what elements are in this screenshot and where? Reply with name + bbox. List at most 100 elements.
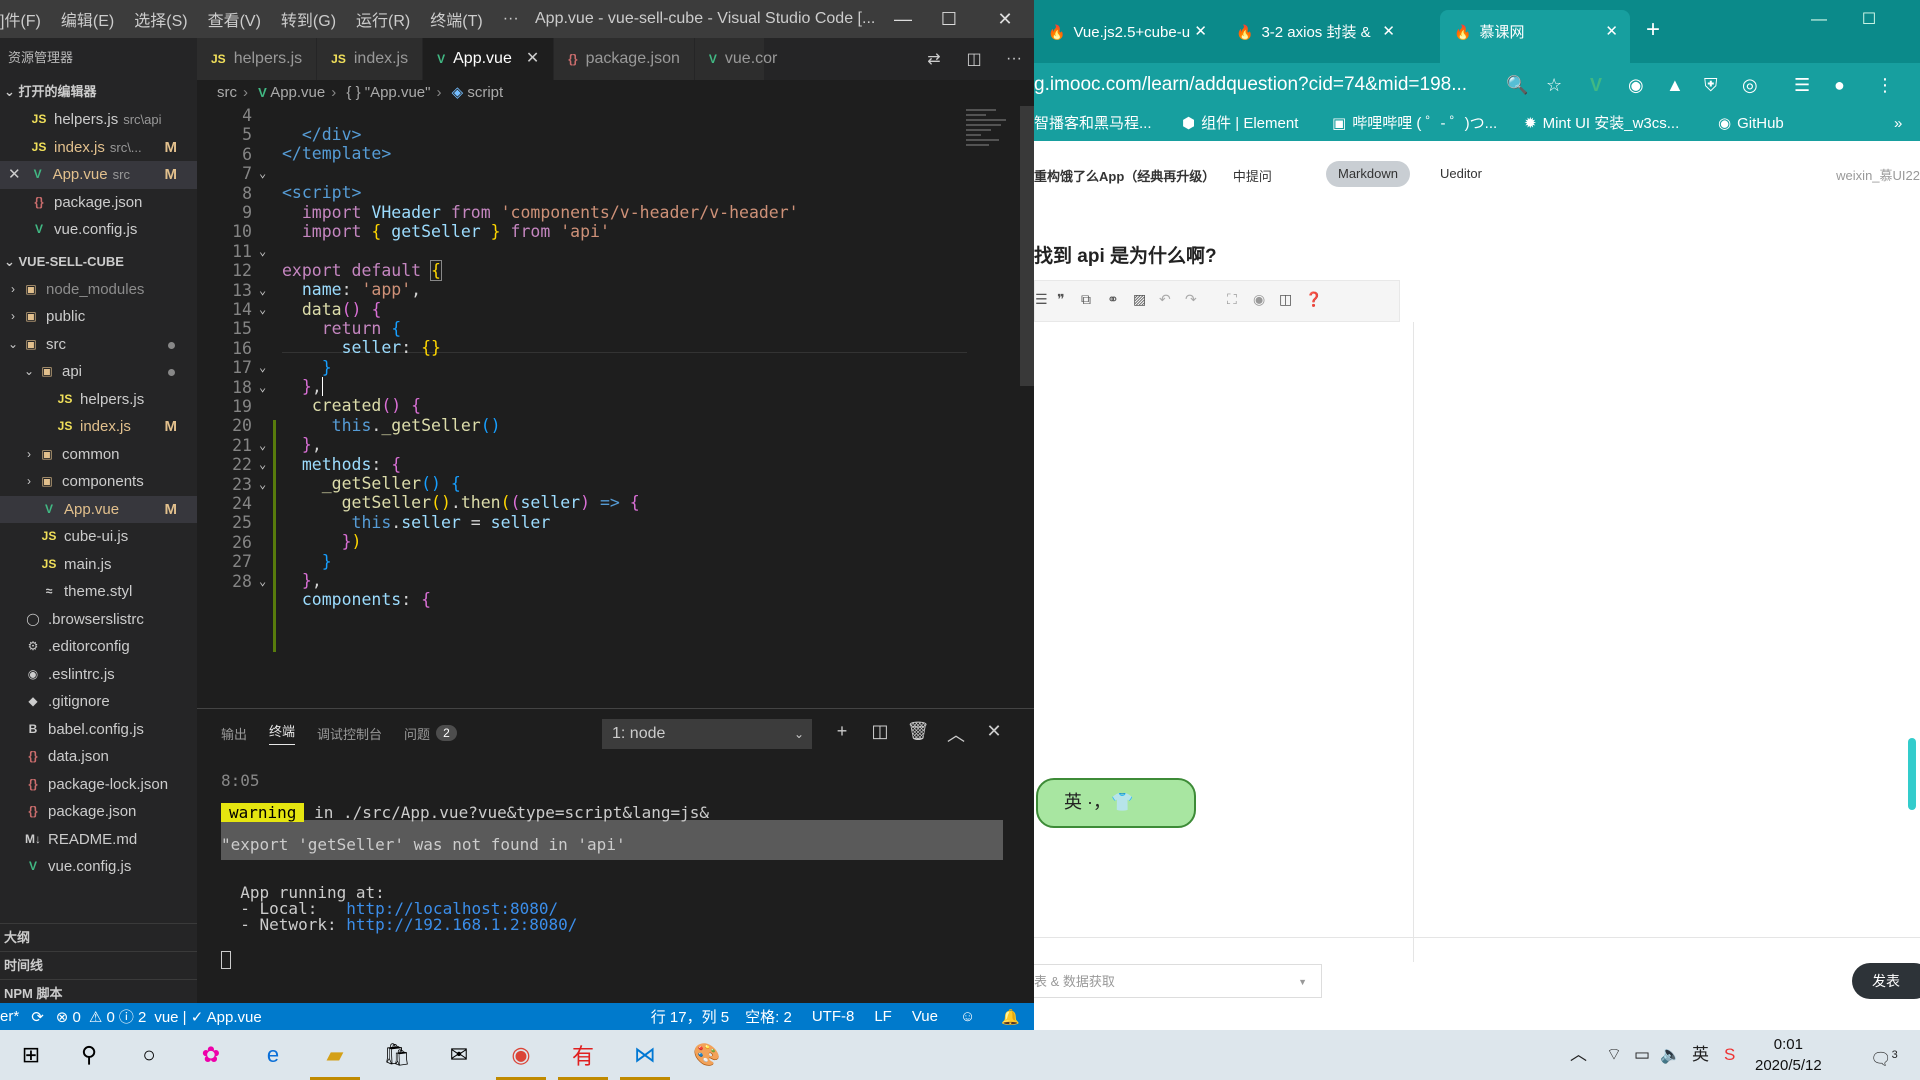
menu-goto[interactable]: 转到(G) <box>271 7 346 31</box>
fold-chevron-icon[interactable]: ⌄ <box>259 283 266 297</box>
bell-icon[interactable]: 🔔 <box>987 1008 1034 1026</box>
windows-start-icon[interactable]: ⊞ <box>0 1030 62 1080</box>
page-scrollbar[interactable] <box>1908 738 1916 810</box>
fullscreen-icon[interactable]: ⛶ <box>1227 291 1237 308</box>
new-tab-icon[interactable]: + <box>1646 16 1660 44</box>
fold-chevron-icon[interactable]: ⌄ <box>259 302 266 316</box>
browser-tab-3[interactable]: 🔥 慕课网 ✕ <box>1440 10 1630 63</box>
ime-floating-toolbar[interactable]: 英 ·，👕 <box>1036 772 1196 832</box>
status-info[interactable]: ⓘ 2 <box>117 1006 149 1027</box>
extension-icon[interactable]: ◎ <box>1742 75 1758 96</box>
code-lines[interactable]: </div> </template> <script> import VHeade… <box>282 106 799 648</box>
feedback-icon[interactable]: ☺ <box>948 1008 987 1025</box>
tree-item[interactable]: ⌄ ▣ src <box>0 331 197 359</box>
tree-item[interactable]: {} package-lock.json <box>0 771 197 799</box>
breadcrumb-script[interactable]: script <box>467 84 503 101</box>
status-errors[interactable]: ⊗ 0 <box>50 1008 87 1026</box>
battery-icon[interactable]: ▭ <box>1634 1030 1650 1080</box>
tree-item[interactable]: Vvue.config.js <box>0 853 197 881</box>
menu-terminal[interactable]: 终端(T) <box>420 7 492 31</box>
tab-problems[interactable]: 问题 2 <box>404 724 457 743</box>
course-name[interactable]: 重构饿了么App（经典再升级） <box>1034 169 1215 184</box>
tree-item[interactable]: ⚙ .editorconfig <box>0 633 197 661</box>
editor-tab[interactable]: Vvue.cor <box>694 38 777 80</box>
bookmark-item[interactable]: 智播客和黑马程... <box>1034 107 1152 141</box>
fold-chevron-icon[interactable]: ⌄ <box>259 380 266 394</box>
tree-item[interactable]: JS index.js M <box>0 413 197 441</box>
markdown-mode-button[interactable]: Markdown <box>1326 161 1410 187</box>
link-icon[interactable]: ⚭ <box>1107 291 1119 308</box>
menu-run[interactable]: 运行(R) <box>346 7 420 31</box>
status-branch[interactable]: er* <box>0 1008 25 1025</box>
search-icon[interactable]: ⚲ <box>58 1030 120 1080</box>
menu-file[interactable]: ]件(F) <box>0 7 51 31</box>
close-icon[interactable]: ✕ <box>8 161 21 189</box>
category-select[interactable]: 表 & 数据获取 ▼ <box>1034 964 1322 998</box>
maximize-button[interactable]: ☐ <box>926 0 972 38</box>
quote-icon[interactable]: ❞ <box>1057 291 1065 308</box>
paint-icon[interactable]: 🎨 <box>676 1030 738 1080</box>
menu-view[interactable]: 查看(V) <box>198 7 271 31</box>
reading-list-icon[interactable]: ☰ <box>1794 75 1810 96</box>
close-tab-icon[interactable]: ✕ <box>526 38 539 80</box>
profile-icon[interactable]: ● <box>1834 75 1845 96</box>
editor-tab[interactable]: V App.vue ✕ <box>423 38 555 80</box>
browser-maximize-icon[interactable]: ☐ <box>1844 0 1894 40</box>
outline-header[interactable]: 大纲 <box>0 923 197 951</box>
npm-scripts-header[interactable]: NPM 脚本 <box>0 979 197 1003</box>
close-panel-icon[interactable]: ✕ <box>979 721 1009 742</box>
breadcrumb-module[interactable]: { } "App.vue" <box>346 84 430 101</box>
status-language[interactable]: Vue <box>902 1008 948 1025</box>
editor-scrollbar[interactable] <box>1020 106 1034 386</box>
open-editor-item[interactable]: JS helpers.js src\api <box>0 106 197 134</box>
trash-icon[interactable]: 🗑 <box>903 721 933 742</box>
url-input[interactable]: g.imooc.com/learn/addquestion?cid=74&mid… <box>1034 69 1474 101</box>
bookmark-star-icon[interactable]: ☆ <box>1546 75 1562 96</box>
fold-chevron-icon[interactable]: ⌄ <box>259 457 266 471</box>
chrome-icon[interactable]: ◉ <box>490 1030 552 1080</box>
close-window-button[interactable]: ✕ <box>982 0 1028 38</box>
zoom-icon[interactable]: 🔍 <box>1506 75 1528 96</box>
question-title[interactable]: 找到 api 是为什么啊? <box>1034 241 1217 268</box>
tab-debug-console[interactable]: 调试控制台 <box>317 724 382 743</box>
tree-item[interactable]: {} data.json <box>0 743 197 771</box>
status-position[interactable]: 行 17，列 5 <box>645 1006 735 1027</box>
tree-item[interactable]: Bbabel.config.js <box>0 716 197 744</box>
open-editor-item[interactable]: JS index.js src\... M <box>0 134 197 162</box>
extension-icon[interactable]: ◉ <box>1628 75 1644 96</box>
code-icon[interactable]: ⧉ <box>1081 291 1091 308</box>
tree-item[interactable]: {} package.json <box>0 798 197 826</box>
fold-chevron-icon[interactable]: ⌄ <box>259 360 266 374</box>
close-tab-icon[interactable]: ✕ <box>1605 10 1618 54</box>
notification-icon[interactable]: 🗨3 <box>1870 1030 1898 1080</box>
status-spaces[interactable]: 空格: 2 <box>735 1006 802 1027</box>
open-editor-item[interactable]: Vvue.config.js <box>0 216 197 244</box>
bookmark-item[interactable]: ▣ 哔哩哔哩 ( ゜- ゜)つ... <box>1332 107 1497 141</box>
youdao-icon[interactable]: 有 <box>552 1030 614 1080</box>
network-url-link[interactable]: http://192.168.1.2:8080/ <box>346 915 577 934</box>
code-editor[interactable]: 4 5 6 7 ⌄ 8 9 10 11 ⌄ 12 13 ⌄ 14 ⌄ 15 16 17 ⌄ 18 ⌄ 19 20 21 ⌄ 22 ⌄… <box>197 106 1034 708</box>
store-icon[interactable]: 🛍 <box>366 1030 428 1080</box>
new-terminal-icon[interactable]: + <box>827 721 857 742</box>
bookmark-item[interactable]: ✹ Mint UI 安装_w3cs... <box>1524 107 1679 141</box>
editor-tab[interactable]: {} package.json <box>554 38 695 80</box>
menu-more[interactable]: ··· <box>493 10 529 28</box>
fold-chevron-icon[interactable]: ⌄ <box>259 477 266 491</box>
list-icon[interactable]: ☰ <box>1035 291 1048 308</box>
tree-item[interactable]: ◆ .gitignore <box>0 688 197 716</box>
tree-item[interactable]: JS helpers.js <box>0 386 197 414</box>
browser-tab-2[interactable]: 🔥 3-2 axios 封装 & ✕ <box>1222 10 1407 63</box>
tree-item[interactable]: M↓ README.md <box>0 826 197 854</box>
tree-item[interactable]: › ▣ node_modules <box>0 276 197 304</box>
mail-icon[interactable]: ✉ <box>428 1030 490 1080</box>
wifi-icon[interactable]: ⌔ <box>1606 1030 1622 1080</box>
tree-item[interactable]: › ▣ public <box>0 303 197 331</box>
edge-icon[interactable]: e <box>242 1030 304 1080</box>
app-tray-icon[interactable]: S <box>1724 1030 1735 1080</box>
tab-output[interactable]: 输出 <box>221 724 247 743</box>
tree-item[interactable]: ⌄ ▣ api <box>0 358 197 386</box>
clock[interactable]: 0:01 2020/5/12 <box>1755 1034 1822 1076</box>
image-icon[interactable]: ▨ <box>1133 291 1146 308</box>
open-editors-header[interactable]: ⌄ 打开的编辑器 <box>0 78 197 106</box>
tree-item[interactable]: › ▣ common <box>0 441 197 469</box>
